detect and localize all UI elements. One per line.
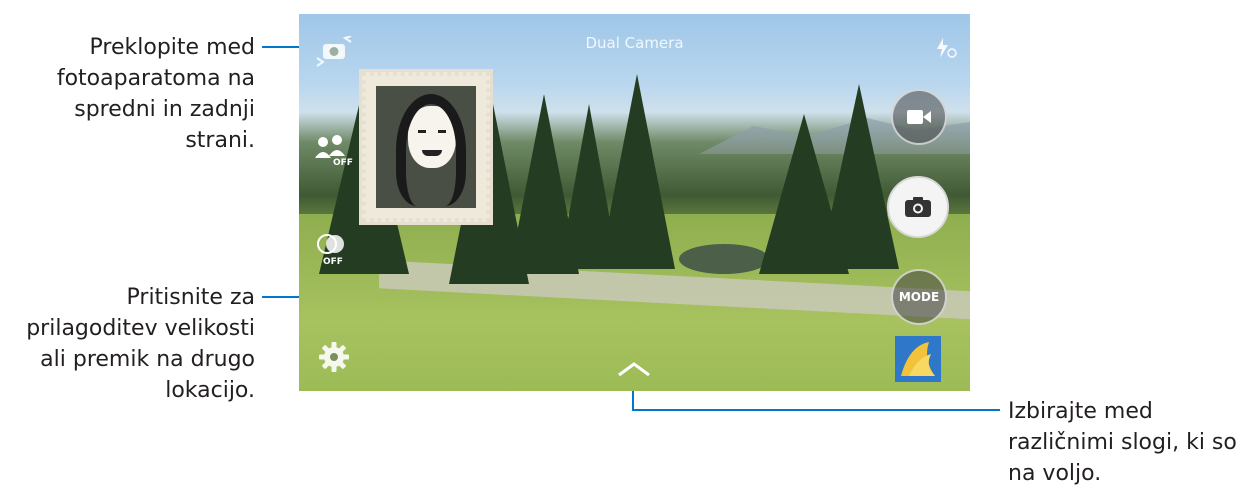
callout-line: lokacijo. bbox=[165, 378, 255, 403]
off-label: OFF bbox=[323, 257, 343, 267]
pond bbox=[679, 244, 769, 274]
front-camera-frame[interactable] bbox=[362, 72, 490, 222]
camera-title: Dual Camera bbox=[585, 34, 684, 52]
switch-camera-icon bbox=[316, 35, 352, 67]
callout-line: Pritisnite za bbox=[126, 285, 255, 310]
callout-line: na voljo. bbox=[1008, 461, 1102, 486]
callout-line: ali premik na drugo bbox=[40, 347, 255, 372]
callout-line: spredni in zadnji bbox=[74, 97, 255, 122]
switch-camera-callout: Preklopite med fotoaparatoma na spredni … bbox=[40, 32, 255, 156]
switch-camera-button[interactable] bbox=[313, 35, 355, 68]
mouth bbox=[422, 150, 442, 156]
settings-button[interactable] bbox=[317, 340, 351, 374]
styles-leader-h bbox=[632, 409, 1000, 411]
styles-callout: Izbirajte med različnimi slogi, ki so na… bbox=[1008, 396, 1253, 489]
resize-callout: Pritisnite za prilagoditev velikosti ali… bbox=[10, 282, 255, 406]
callout-line: strani. bbox=[185, 128, 255, 153]
mode-label: MODE bbox=[898, 290, 940, 304]
styles-button[interactable] bbox=[615, 359, 653, 379]
gallery-button[interactable] bbox=[895, 336, 941, 382]
callout-line: fotoaparatoma na bbox=[56, 66, 255, 91]
beauty-face-toggle[interactable]: OFF bbox=[313, 132, 353, 174]
tree bbox=[599, 74, 675, 269]
off-label: OFF bbox=[333, 158, 353, 168]
capture-button[interactable] bbox=[887, 176, 949, 238]
eye bbox=[418, 130, 426, 133]
flash-button[interactable] bbox=[933, 36, 957, 60]
tree bbox=[819, 84, 899, 269]
front-camera-preview bbox=[376, 86, 476, 208]
record-video-button[interactable] bbox=[891, 89, 947, 145]
callout-line: Izbirajte med bbox=[1008, 399, 1153, 424]
callout-line: prilagoditev velikosti bbox=[26, 316, 255, 341]
video-camera-icon bbox=[907, 110, 931, 124]
hdr-icon bbox=[317, 234, 344, 254]
mode-button[interactable]: MODE bbox=[891, 269, 947, 325]
flash-auto-icon bbox=[937, 38, 957, 58]
camera-viewfinder[interactable]: Dual Camera OFF OFF MODE bbox=[299, 14, 970, 391]
callout-line: Preklopite med bbox=[89, 35, 255, 60]
gear-icon bbox=[319, 342, 349, 372]
callout-line: različnimi slogi, ki so bbox=[1008, 430, 1237, 455]
eye bbox=[438, 130, 446, 133]
chevron-up-icon bbox=[618, 362, 650, 377]
hdr-toggle[interactable]: OFF bbox=[313, 229, 353, 271]
gallery-thumbnail-icon bbox=[895, 336, 941, 382]
camera-icon bbox=[905, 197, 931, 217]
